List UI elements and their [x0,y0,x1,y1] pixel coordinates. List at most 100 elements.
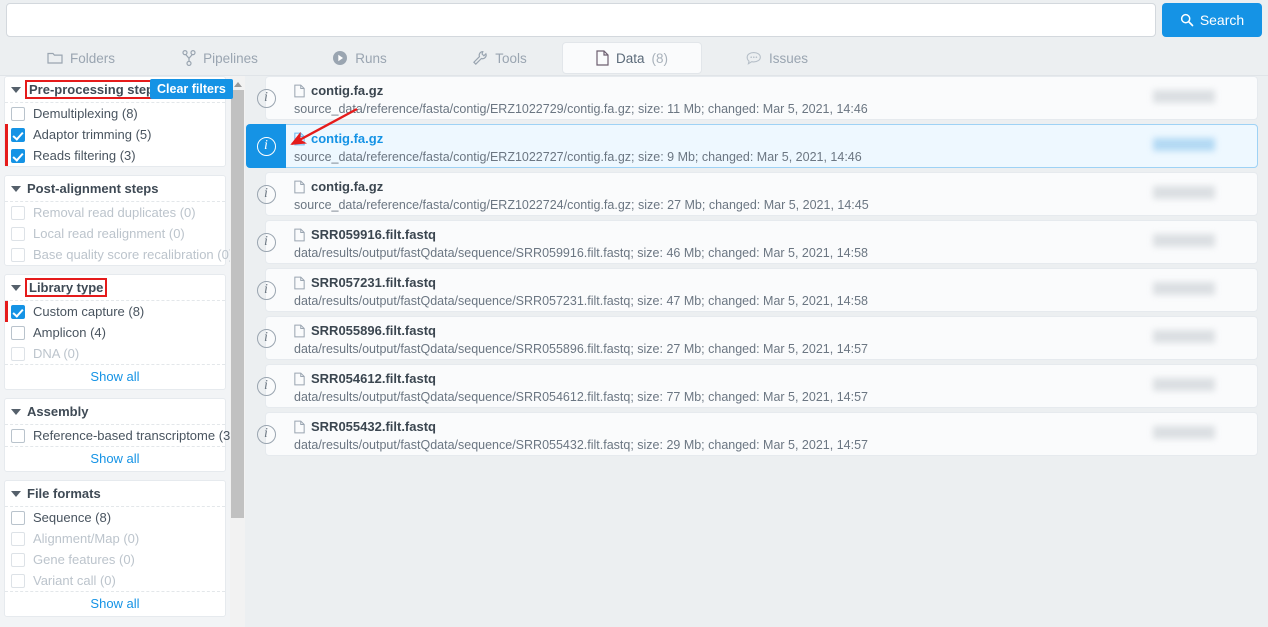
facet-header[interactable]: Post-alignment steps [5,176,225,202]
result-row-body: SRR055896.filt.fastq data/results/output/… [294,322,868,356]
facet-option-checkbox [11,531,25,546]
file-icon [294,276,305,289]
facet-option-checkbox [11,205,25,220]
caret-down-icon[interactable] [11,86,21,93]
facet-option[interactable]: Reference-based transcriptome (3) [5,425,230,446]
tab-issues[interactable]: Issues [722,42,832,74]
redacted-label [1153,90,1215,103]
result-row[interactable]: i contig.fa.gz source_data/reference/fasta… [256,76,1258,120]
file-name[interactable]: contig.fa.gz [311,83,383,98]
facet-option: Alignment/Map (0) [5,528,225,549]
info-button[interactable]: i [246,220,286,264]
info-button[interactable]: i [246,268,286,312]
show-all-link[interactable]: Show all [5,364,225,389]
facet-option-checkbox[interactable] [11,510,25,525]
caret-down-icon[interactable] [11,408,21,415]
file-name[interactable]: SRR055896.filt.fastq [311,323,436,338]
facet-title: Assembly [27,404,89,419]
facet-option-checkbox [11,552,25,567]
facet-option-label: Reference-based transcriptome (3) [33,428,230,443]
file-meta: data/results/output/fastQdata/sequence/S… [294,390,868,404]
tab-data[interactable]: Data (8) [562,42,702,74]
facet-option-label: Alignment/Map (0) [33,531,140,546]
result-row[interactable]: i contig.fa.gz source_data/reference/fasta… [246,124,1258,168]
caret-down-icon[interactable] [11,185,21,192]
facet-option[interactable]: Sequence (8) [5,507,225,528]
info-icon: i [256,136,276,156]
facet-option: DNA (0) [5,343,225,364]
info-button[interactable]: i [246,412,286,456]
file-meta: data/results/output/fastQdata/sequence/S… [294,342,868,356]
tab-pipelines[interactable]: Pipelines [160,42,280,74]
info-button[interactable]: i [246,124,286,168]
redacted-label [1153,330,1215,343]
file-name[interactable]: contig.fa.gz [311,131,383,146]
facet-header[interactable]: Library type [5,275,225,301]
facet-title: Pre-processing steps [24,80,166,99]
file-icon [294,420,305,433]
file-meta: data/results/output/fastQdata/sequence/S… [294,438,868,452]
facet-option-checkbox[interactable] [11,106,25,121]
facet-option[interactable]: Adaptor trimming (5) [5,124,225,145]
facet-option-checkbox [11,573,25,588]
show-all-link[interactable]: Show all [5,591,225,616]
file-name[interactable]: SRR055432.filt.fastq [311,419,436,434]
facet-option-checkbox[interactable] [11,325,25,340]
tab-issues-label: Issues [768,50,809,66]
facet-title: Library type [24,278,108,297]
result-row-body: SRR055432.filt.fastq data/results/output/… [294,418,868,452]
file-icon [294,180,305,193]
facet-option[interactable]: Demultiplexing (8) [5,103,225,124]
facet-header[interactable]: Assembly [5,399,225,425]
facet-option-checkbox [11,247,25,262]
sidebar-scroll-up-arrow[interactable] [231,77,244,90]
search-button[interactable]: Search [1162,3,1262,37]
result-row[interactable]: i SRR059916.filt.fastq data/results/output… [256,220,1258,264]
info-button[interactable]: i [246,316,286,360]
caret-down-icon[interactable] [11,490,21,497]
sidebar-scrollbar-thumb[interactable] [231,90,244,518]
search-input[interactable] [6,3,1156,37]
file-icon [294,324,305,337]
file-name[interactable]: SRR054612.filt.fastq [311,371,436,386]
show-all-link[interactable]: Show all [5,446,225,471]
redacted-label [1153,378,1215,391]
facet-option[interactable]: Reads filtering (3) [5,145,225,166]
facet-option[interactable]: Custom capture (8) [5,301,225,322]
file-name[interactable]: SRR059916.filt.fastq [311,227,436,242]
result-row-body: SRR057231.filt.fastq data/results/output/… [294,274,868,308]
tab-folders[interactable]: Folders [26,42,136,74]
redacted-label [1153,426,1215,439]
tab-tools[interactable]: Tools [452,42,547,74]
info-icon: i [256,232,276,252]
file-icon [294,132,305,145]
file-meta: data/results/output/fastQdata/sequence/S… [294,294,868,308]
file-name[interactable]: SRR057231.filt.fastq [311,275,436,290]
facet-option-checkbox[interactable] [11,127,25,142]
info-icon: i [256,184,276,204]
facet-group: Assembly Reference-based transcriptome (3… [4,398,230,472]
info-button[interactable]: i [246,76,286,120]
file-name[interactable]: contig.fa.gz [311,179,383,194]
result-row[interactable]: i SRR057231.filt.fastq data/results/output… [256,268,1258,312]
clear-filters-button[interactable]: Clear filters [150,79,233,99]
result-row[interactable]: i SRR054612.filt.fastq data/results/output… [256,364,1258,408]
facet-option[interactable]: Amplicon (4) [5,322,225,343]
redacted-label [1153,282,1215,295]
facet-option-label: DNA (0) [33,346,80,361]
result-row-body: contig.fa.gz source_data/reference/fasta/… [294,178,869,212]
info-icon: i [256,88,276,108]
facet-option-checkbox[interactable] [11,428,25,443]
facet-header[interactable]: File formats [5,481,225,507]
caret-down-icon[interactable] [11,284,21,291]
info-button[interactable]: i [246,364,286,408]
tab-runs-label: Runs [355,50,387,66]
result-row[interactable]: i SRR055432.filt.fastq data/results/output… [256,412,1258,456]
tab-runs[interactable]: Runs [312,42,407,74]
result-row[interactable]: i contig.fa.gz source_data/reference/fasta… [256,172,1258,216]
facet-option-checkbox[interactable] [11,148,25,163]
facet-option-checkbox[interactable] [11,304,25,319]
comment-icon [746,51,761,65]
info-button[interactable]: i [246,172,286,216]
result-row[interactable]: i SRR055896.filt.fastq data/results/output… [256,316,1258,360]
